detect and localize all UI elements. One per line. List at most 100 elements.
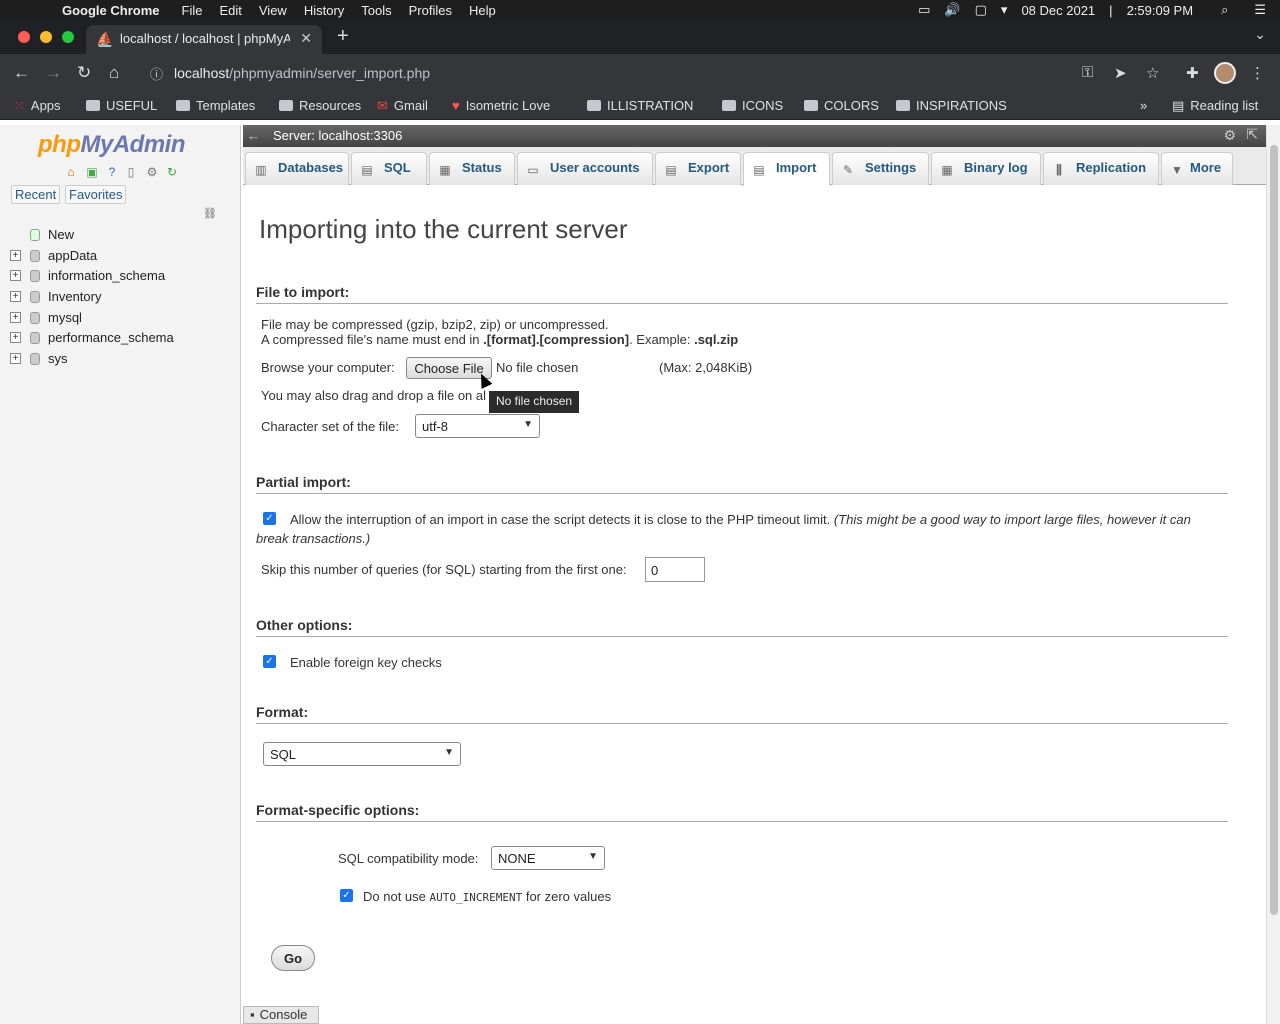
help-icon[interactable]: ? [105, 165, 119, 179]
menu-profiles[interactable]: Profiles [409, 3, 452, 18]
menu-history[interactable]: History [304, 3, 344, 18]
phpmyadmin-logo[interactable]: phpMyAdmin [38, 131, 185, 159]
reload-icon[interactable]: ↻ [165, 165, 179, 179]
compat-mode-select[interactable]: NONE ▼ [491, 846, 605, 870]
close-tab-icon[interactable]: ✕ [300, 30, 312, 47]
scrollbar-thumb[interactable] [1270, 145, 1278, 915]
export-icon: ▤ [665, 163, 677, 177]
logout-icon[interactable]: ▣ [85, 165, 99, 179]
collapse-topbar-icon[interactable]: ⇱ [1246, 126, 1258, 143]
site-info-icon[interactable]: ⓘ [150, 64, 163, 83]
tab-more[interactable]: ▼ More [1161, 152, 1233, 185]
menubar-date[interactable]: 08 Dec 2021 [1021, 3, 1095, 18]
bookmark-star-icon[interactable]: ☆ [1146, 64, 1159, 82]
chrome-menu-icon[interactable]: ⋮ [1250, 64, 1265, 82]
tab-import[interactable]: ▤ Import [743, 152, 830, 186]
menu-file[interactable]: File [182, 3, 203, 18]
more-bookmarks-icon[interactable]: » [1140, 98, 1147, 113]
wifi-icon[interactable]: ▾ [1001, 2, 1008, 18]
profile-avatar[interactable] [1214, 62, 1236, 84]
format-select[interactable]: SQL ▼ [263, 742, 461, 766]
extensions-icon[interactable]: ✚ [1186, 64, 1199, 82]
key-icon[interactable]: ⚿ [1082, 64, 1093, 81]
bookmark-useful[interactable]: USEFUL [86, 98, 157, 113]
tab-user-accounts[interactable]: ▭ User accounts [517, 152, 653, 185]
tab-status[interactable]: ▦ Status [429, 152, 515, 185]
allow-interrupt-note: break transactions.) [256, 531, 371, 546]
bookmark-gmail[interactable]: ✉ Gmail [377, 98, 428, 114]
menu-edit[interactable]: Edit [219, 3, 241, 18]
docs-icon[interactable]: ▯ [124, 165, 138, 179]
send-icon[interactable]: ➤ [1114, 64, 1127, 82]
tab-replication[interactable]: ⫼ Replication [1043, 152, 1159, 185]
console-toggle[interactable]: ▪ Console [243, 1006, 319, 1024]
replication-icon: ⫼ [1056, 163, 1062, 177]
bookmark-resources[interactable]: Resources [279, 98, 361, 113]
skip-queries-input[interactable]: 0 [645, 557, 705, 582]
display-icon[interactable]: ▢ [975, 2, 987, 18]
bookmark-colors[interactable]: COLORS [804, 98, 879, 113]
tab-databases[interactable]: ▥ Databases [245, 152, 349, 185]
server-tabs: ▥ Databases ▤ SQL ▦ Status ▭ User accounts ▤… [243, 147, 1266, 186]
forward-icon[interactable]: → [45, 63, 62, 83]
menu-app-name[interactable]: Google Chrome [62, 3, 160, 18]
battery-icon[interactable]: ▭ [918, 2, 930, 18]
menu-tools[interactable]: Tools [361, 3, 391, 18]
collapse-sidebar-icon[interactable]: ← [247, 128, 260, 143]
chevron-down-icon: ▼ [588, 851, 598, 862]
foreign-keys-checkbox[interactable]: ✓ [263, 655, 276, 668]
auto-increment-label: Do not use AUTO_INCREMENT for zero value… [363, 889, 612, 904]
browse-label: Browse your computer: [261, 360, 395, 375]
tab-settings[interactable]: ✎ Settings [832, 152, 929, 185]
recent-button[interactable]: Recent [11, 185, 61, 204]
spotlight-icon[interactable]: ⌕ [1221, 2, 1228, 18]
allow-interrupt-checkbox[interactable]: ✓ [263, 512, 276, 525]
favorites-button[interactable]: Favorites [65, 185, 127, 204]
go-button[interactable]: Go [271, 945, 315, 971]
expand-icon[interactable]: + [10, 270, 21, 281]
volume-icon[interactable]: 🔊 [944, 2, 960, 18]
back-icon[interactable]: ← [13, 63, 30, 83]
browser-tab[interactable]: ⛵ localhost / localhost | phpMyA ✕ [86, 25, 322, 54]
expand-icon[interactable]: + [10, 353, 21, 364]
close-window-button[interactable] [18, 31, 30, 43]
server-breadcrumb[interactable]: Server: localhost:3306 [273, 128, 402, 143]
auto-increment-checkbox[interactable]: ✓ [340, 889, 353, 902]
server-breadcrumb-bar: ← Server: localhost:3306 ⚙ ⇱ [243, 125, 1266, 147]
console-icon: ▪ [250, 1007, 255, 1022]
expand-icon[interactable]: + [10, 250, 21, 261]
expand-icon[interactable]: + [10, 312, 21, 323]
bookmark-apps[interactable]: ⁙ Apps [14, 98, 61, 114]
tab-search-icon[interactable]: ⌄ [1254, 26, 1266, 43]
settings-gear-icon[interactable]: ⚙ [1223, 127, 1236, 144]
reload-icon[interactable]: ↻ [77, 63, 91, 83]
tab-export[interactable]: ▤ Export [655, 152, 741, 185]
home-icon[interactable]: ⌂ [64, 165, 78, 179]
bookmark-isometric-love[interactable]: ♥ Isometric Love [452, 98, 550, 113]
tab-sql[interactable]: ▤ SQL [351, 152, 427, 185]
control-center-icon[interactable]: ☰ [1254, 2, 1266, 18]
navigation-panel: phpMyAdmin ⌂ ▣ ? ▯ ⚙ ↻ Recent Favorites … [0, 125, 241, 1024]
expand-icon[interactable]: + [10, 332, 21, 343]
charset-select[interactable]: utf-8 ▼ [415, 414, 540, 438]
page-scrollbar[interactable] [1266, 125, 1280, 1024]
bookmark-illistration[interactable]: ILLISTRATION [587, 98, 693, 113]
menubar-time[interactable]: 2:59:09 PM [1127, 3, 1194, 18]
minimize-window-button[interactable] [40, 31, 52, 43]
bookmark-inspirations[interactable]: INSPIRATIONS [896, 98, 1007, 113]
address-bar[interactable]: ⓘ localhost/phpmyadmin/server_import.php [140, 59, 1080, 87]
tab-binary-log[interactable]: ▦ Binary log [931, 152, 1041, 185]
link-icon[interactable]: ⛓ [203, 207, 217, 220]
reading-list-button[interactable]: ▤ Reading list [1172, 98, 1258, 114]
menu-help[interactable]: Help [469, 3, 496, 18]
folder-icon [896, 100, 910, 111]
zoom-window-button[interactable] [62, 31, 74, 43]
settings-gear-icon[interactable]: ⚙ [145, 165, 159, 179]
macos-menubar: Google Chrome File Edit View History Too… [0, 0, 1280, 20]
bookmark-templates[interactable]: Templates [176, 98, 255, 113]
new-tab-icon[interactable]: + [337, 25, 349, 48]
bookmark-icons[interactable]: ICONS [722, 98, 783, 113]
expand-icon[interactable]: + [10, 291, 21, 302]
home-icon[interactable]: ⌂ [109, 63, 119, 83]
menu-view[interactable]: View [259, 3, 287, 18]
